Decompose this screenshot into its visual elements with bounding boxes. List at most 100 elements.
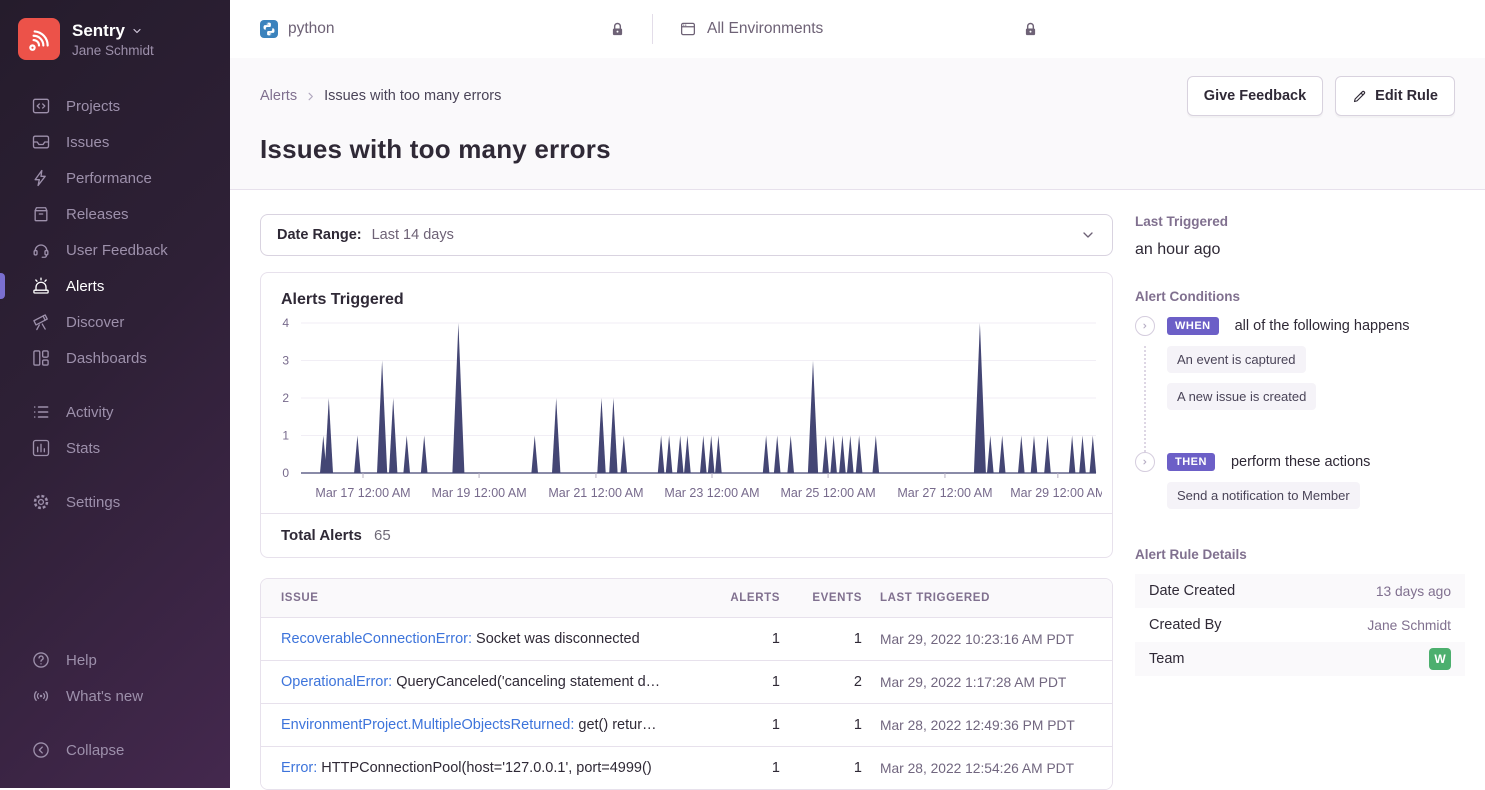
project-lock-icon[interactable] — [609, 21, 626, 38]
user-feedback-icon — [30, 240, 52, 260]
svg-text:0: 0 — [282, 466, 289, 480]
environment-selector[interactable]: All Environments — [679, 20, 1039, 38]
edit-rule-button[interactable]: Edit Rule — [1335, 76, 1455, 116]
alert-conditions-heading: Alert Conditions — [1135, 289, 1465, 304]
chevron-down-icon — [131, 25, 143, 37]
when-condition-row: WHEN all of the following happens — [1135, 316, 1465, 336]
environment-label: All Environments — [707, 20, 823, 38]
breadcrumb-alerts-link[interactable]: Alerts — [260, 88, 297, 104]
sidebar-item-dashboards[interactable]: Dashboards — [0, 340, 230, 376]
sentry-logo-icon — [18, 18, 60, 60]
sidebar-footer: Help What's new Collapse — [0, 642, 230, 768]
sidebar-item-whats-new[interactable]: What's new — [0, 678, 230, 714]
table-row[interactable]: EnvironmentProject.MultipleObjectsReturn… — [261, 703, 1112, 746]
org-switcher[interactable]: Sentry Jane Schmidt — [0, 14, 230, 70]
chart-title: Alerts Triggered — [261, 273, 1112, 313]
issue-link[interactable]: RecoverableConnectionError: — [281, 631, 472, 647]
sidebar-item-issues[interactable]: Issues — [0, 124, 230, 160]
sidebar-item-projects[interactable]: Projects — [0, 88, 230, 124]
dashboards-icon — [30, 348, 52, 368]
sidebar-item-discover[interactable]: Discover — [0, 304, 230, 340]
org-name: Sentry — [72, 21, 125, 41]
issues-table: ISSUE ALERTS EVENTS LAST TRIGGERED Recov… — [260, 578, 1113, 790]
alert-rule-details-heading: Alert Rule Details — [1135, 547, 1465, 562]
table-row[interactable]: OperationalError: QueryCanceled('canceli… — [261, 660, 1112, 703]
table-row[interactable]: RecoverableConnectionError: Socket was d… — [261, 617, 1112, 660]
breadcrumb-current: Issues with too many errors — [324, 88, 501, 104]
breadcrumb: Alerts Issues with too many errors — [260, 88, 501, 104]
alerts-chart[interactable]: 01234Mar 17 12:00 AMMar 19 12:00 AMMar 2… — [261, 313, 1112, 513]
alerts-chart-panel: Alerts Triggered 01234Mar 17 12:00 AMMar… — [260, 272, 1113, 558]
chevron-right-circle-icon — [1135, 316, 1155, 336]
condition-item: A new issue is created — [1167, 383, 1316, 410]
stats-icon — [30, 438, 52, 458]
last-triggered-value: an hour ago — [1135, 241, 1465, 259]
total-alerts-value: 65 — [374, 527, 391, 544]
then-badge: THEN — [1167, 453, 1215, 471]
sidebar-collapse-button[interactable]: Collapse — [0, 732, 230, 768]
breadcrumb-chevron-icon — [305, 91, 316, 102]
sidebar-nav: Projects Issues Performance Releases Use… — [0, 88, 230, 520]
environment-window-icon — [679, 20, 697, 38]
sidebar-item-alerts[interactable]: Alerts — [0, 268, 230, 304]
svg-text:2: 2 — [282, 391, 289, 405]
give-feedback-button[interactable]: Give Feedback — [1187, 76, 1323, 116]
sidebar-item-performance[interactable]: Performance — [0, 160, 230, 196]
svg-text:1: 1 — [282, 429, 289, 443]
svg-text:Mar 21 12:00 AM: Mar 21 12:00 AM — [548, 486, 643, 500]
alert-conditions: WHEN all of the following happens An eve… — [1135, 316, 1465, 509]
discover-icon — [30, 312, 52, 332]
total-alerts-label: Total Alerts — [281, 527, 362, 544]
page-title: Issues with too many errors — [260, 134, 1455, 165]
chevron-right-circle-icon — [1135, 452, 1155, 472]
sidebar: Sentry Jane Schmidt Projects Issues Perf… — [0, 0, 230, 788]
details-sidebar: Last Triggered an hour ago Alert Conditi… — [1135, 214, 1465, 788]
table-header: ISSUE ALERTS EVENTS LAST TRIGGERED — [261, 579, 1112, 617]
topbar: python All Environments — [230, 0, 1485, 58]
svg-text:3: 3 — [282, 354, 289, 368]
issue-link[interactable]: OperationalError: — [281, 674, 392, 690]
then-condition-row: THEN perform these actions — [1135, 452, 1465, 472]
performance-icon — [30, 168, 52, 188]
date-range-select[interactable]: Date Range: Last 14 days — [260, 214, 1113, 256]
pencil-icon — [1352, 89, 1367, 104]
chevron-down-icon — [1080, 227, 1096, 243]
project-label: python — [288, 20, 335, 38]
issue-link[interactable]: EnvironmentProject.MultipleObjectsReturn… — [281, 717, 574, 733]
total-alerts-footer: Total Alerts 65 — [261, 513, 1112, 557]
environment-lock-icon[interactable] — [1022, 21, 1039, 38]
alert-rule-details: Date Created 13 days ago Created By Jane… — [1135, 574, 1465, 676]
releases-icon — [30, 204, 52, 224]
when-badge: WHEN — [1167, 317, 1219, 335]
svg-text:Mar 19 12:00 AM: Mar 19 12:00 AM — [431, 486, 526, 500]
issue-link[interactable]: Error: — [281, 760, 317, 776]
issues-icon — [30, 132, 52, 152]
project-selector[interactable]: python — [260, 20, 626, 38]
action-item: Send a notification to Member — [1167, 482, 1360, 509]
sidebar-item-activity[interactable]: Activity — [0, 394, 230, 430]
content: Date Range: Last 14 days Alerts Triggere… — [230, 190, 1485, 788]
activity-icon — [30, 402, 52, 422]
rule-detail-row: Date Created 13 days ago — [1135, 574, 1465, 608]
sidebar-item-settings[interactable]: Settings — [0, 484, 230, 520]
svg-text:Mar 17 12:00 AM: Mar 17 12:00 AM — [315, 486, 410, 500]
python-logo-icon — [260, 20, 278, 38]
projects-icon — [30, 96, 52, 116]
date-range-value: Last 14 days — [372, 227, 454, 243]
alerts-icon — [30, 276, 52, 296]
settings-gear-icon — [30, 492, 52, 512]
table-row[interactable]: Error: HTTPConnectionPool(host='127.0.0.… — [261, 746, 1112, 789]
last-triggered-heading: Last Triggered — [1135, 214, 1465, 229]
svg-text:Mar 23 12:00 AM: Mar 23 12:00 AM — [664, 486, 759, 500]
rule-detail-row: Created By Jane Schmidt — [1135, 608, 1465, 642]
topbar-divider — [652, 14, 653, 44]
sidebar-item-releases[interactable]: Releases — [0, 196, 230, 232]
condition-item: An event is captured — [1167, 346, 1306, 373]
sidebar-item-user-feedback[interactable]: User Feedback — [0, 232, 230, 268]
conditions-connector-line — [1144, 346, 1146, 464]
sidebar-item-help[interactable]: Help — [0, 642, 230, 678]
team-avatar-badge[interactable]: W — [1429, 648, 1451, 670]
page-header: Alerts Issues with too many errors Give … — [230, 58, 1485, 190]
svg-text:Mar 25 12:00 AM: Mar 25 12:00 AM — [780, 486, 875, 500]
sidebar-item-stats[interactable]: Stats — [0, 430, 230, 466]
